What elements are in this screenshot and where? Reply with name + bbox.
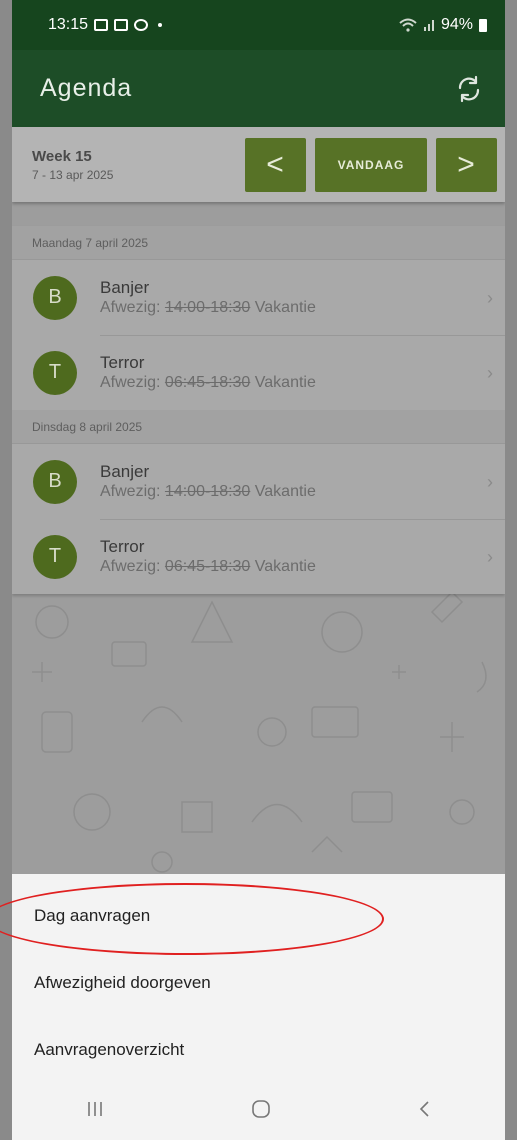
absence-detail: Afwezig: 14:00-18:30 Vakantie: [100, 483, 316, 501]
menu-item-afwezigheid-doorgeven[interactable]: Afwezigheid doorgeven: [34, 973, 211, 993]
child-name: Terror: [100, 537, 145, 556]
next-week-button[interactable]: >: [436, 137, 497, 192]
absence-prefix: Afwezig:: [100, 299, 161, 316]
absence-prefix: Afwezig:: [100, 558, 161, 575]
chevron-right-icon: ›: [487, 547, 493, 567]
wifi-icon: [399, 18, 417, 32]
app-notification-icon: [134, 19, 149, 31]
app-bar: Agenda: [12, 50, 505, 127]
chevron-right-icon: ›: [487, 472, 493, 492]
absence-detail: Afwezig: 14:00-18:30 Vakantie: [100, 299, 316, 317]
back-icon[interactable]: [417, 1099, 433, 1119]
list-item[interactable]: T Terror Afwezig: 06:45-18:30 Vakantie ›: [12, 519, 505, 594]
battery-icon: [479, 18, 487, 32]
avatar: B: [33, 459, 77, 504]
refresh-button[interactable]: [449, 69, 489, 109]
gallery-icon: [94, 19, 109, 31]
list-item[interactable]: B Banjer Afwezig: 14:00-18:30 Vakantie ›: [12, 260, 505, 335]
today-button[interactable]: VANDAAG: [315, 137, 427, 192]
child-name: Terror: [100, 353, 145, 372]
refresh-icon: [458, 75, 480, 102]
absence-time: 14:00-18:30: [164, 299, 251, 316]
system-nav-bar: [12, 1078, 505, 1140]
status-time: 13:15: [48, 16, 89, 33]
week-date-range: 7 - 13 apr 2025: [32, 167, 114, 182]
status-bar: 13:15 94%: [12, 0, 505, 50]
page-title: Agenda: [40, 74, 133, 102]
notification-dot-icon: [158, 23, 163, 27]
child-name: Banjer: [100, 462, 150, 481]
list-item[interactable]: B Banjer Afwezig: 14:00-18:30 Vakantie ›: [12, 444, 505, 519]
absence-prefix: Afwezig:: [100, 483, 161, 500]
chevron-right-icon: ›: [487, 288, 493, 308]
week-info: Week 15 7 - 13 apr 2025: [32, 148, 113, 182]
chevron-right-icon: ›: [487, 363, 493, 383]
previous-week-button[interactable]: <: [245, 137, 306, 192]
day-header: Maandag 7 april 2025: [12, 226, 505, 260]
avatar: T: [33, 350, 77, 395]
list-item[interactable]: T Terror Afwezig: 06:45-18:30 Vakantie ›: [12, 335, 505, 410]
recent-apps-icon[interactable]: [85, 1100, 105, 1118]
menu-item-dag-aanvragen[interactable]: Dag aanvragen: [34, 906, 150, 926]
week-label: Week 15: [32, 147, 92, 165]
menu-item-aanvragenoverzicht[interactable]: Aanvragenoverzicht: [34, 1040, 184, 1060]
absence-detail: Afwezig: 06:45-18:30 Vakantie: [100, 374, 316, 392]
child-name: Banjer: [100, 278, 150, 297]
absence-reason: Vakantie: [254, 374, 316, 391]
absence-time: 06:45-18:30: [164, 558, 251, 575]
absence-detail: Afwezig: 06:45-18:30 Vakantie: [100, 558, 316, 576]
week-selector: Week 15 7 - 13 apr 2025 < VANDAAG >: [12, 127, 505, 202]
bottom-sheet-menu: Dag aanvragen Afwezigheid doorgeven Aanv…: [12, 874, 505, 1140]
signal-icon: [423, 20, 434, 31]
phone-screen: 13:15 94% Agenda Week 15 7 - 13 apr 2025…: [12, 0, 505, 1140]
absence-time: 06:45-18:30: [164, 374, 251, 391]
avatar: T: [33, 534, 77, 579]
day-header: Dinsdag 8 april 2025: [12, 410, 505, 444]
battery-percentage: 94%: [440, 16, 473, 33]
absence-prefix: Afwezig:: [100, 374, 161, 391]
absence-reason: Vakantie: [254, 483, 316, 500]
avatar: B: [33, 275, 77, 320]
home-icon[interactable]: [250, 1098, 272, 1120]
agenda-list: Maandag 7 april 2025 B Banjer Afwezig: 1…: [12, 226, 505, 594]
absence-reason: Vakantie: [254, 558, 316, 575]
absence-time: 14:00-18:30: [164, 483, 251, 500]
absence-reason: Vakantie: [254, 299, 316, 316]
mail-icon: [114, 19, 129, 31]
